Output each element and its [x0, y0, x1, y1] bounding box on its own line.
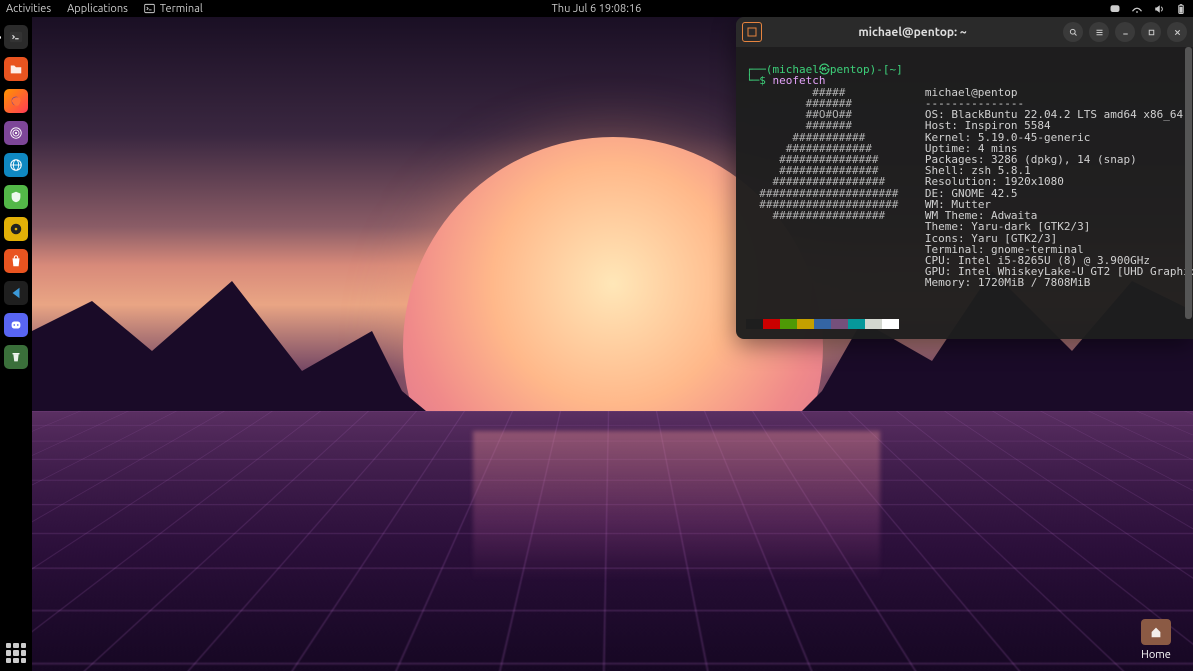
- dock-vscode[interactable]: [4, 281, 28, 305]
- hamburger-menu-button[interactable]: [1089, 22, 1109, 42]
- terminal-window: michael@pentop: ~ ┌──(michael㉿pentop)-[~…: [736, 17, 1193, 339]
- network-icon[interactable]: [1131, 3, 1143, 15]
- dock-app-blue[interactable]: [4, 153, 28, 177]
- vscode-icon: [9, 286, 23, 300]
- dock-files[interactable]: [4, 57, 28, 81]
- folder-icon: [9, 62, 23, 76]
- window-title: michael@pentop: ~: [768, 26, 1057, 39]
- top-panel: Activities Applications Terminal Thu Jul…: [0, 0, 1193, 17]
- new-tab-icon: [747, 27, 757, 37]
- dock-trash[interactable]: [4, 345, 28, 369]
- close-icon: [1173, 28, 1182, 37]
- desktop-home-label: Home: [1133, 649, 1179, 661]
- dock-terminal[interactable]: [4, 25, 28, 49]
- maximize-button[interactable]: [1141, 22, 1161, 42]
- hamburger-icon: [1095, 28, 1104, 37]
- firefox-icon: [9, 94, 23, 108]
- desktop-home-folder[interactable]: Home: [1133, 619, 1179, 661]
- music-icon: [9, 222, 23, 236]
- scrollbar-thumb[interactable]: [1185, 47, 1192, 319]
- focused-app-indicator[interactable]: Terminal: [144, 3, 203, 15]
- volume-icon[interactable]: [1153, 3, 1165, 15]
- clock[interactable]: Thu Jul 6 19:08:16: [552, 3, 642, 15]
- minimize-button[interactable]: [1115, 22, 1135, 42]
- dock-tor[interactable]: [4, 121, 28, 145]
- terminal-scrollbar[interactable]: [1185, 47, 1192, 339]
- search-icon: [1069, 28, 1078, 37]
- globe-icon: [9, 158, 23, 172]
- maximize-icon: [1147, 28, 1156, 37]
- show-apps-button[interactable]: [6, 643, 26, 663]
- applications-menu[interactable]: Applications: [67, 3, 128, 15]
- discord-icon: [9, 318, 23, 332]
- shield-icon: [9, 190, 23, 204]
- dock-software[interactable]: [4, 249, 28, 273]
- dock-discord[interactable]: [4, 313, 28, 337]
- focused-app-name: Terminal: [160, 3, 203, 15]
- shopping-bag-icon: [9, 254, 23, 268]
- trash-icon: [9, 350, 23, 364]
- tray-discord-icon[interactable]: [1109, 3, 1121, 15]
- minimize-icon: [1121, 28, 1130, 37]
- home-folder-icon: [1141, 619, 1171, 645]
- window-titlebar: michael@pentop: ~: [736, 17, 1193, 47]
- dock-app-yellow[interactable]: [4, 217, 28, 241]
- terminal-icon: [9, 30, 23, 44]
- color-palette: [746, 319, 1183, 329]
- dock-app-green[interactable]: [4, 185, 28, 209]
- terminal-icon: [144, 3, 155, 14]
- new-tab-button[interactable]: [742, 22, 762, 42]
- close-button[interactable]: [1167, 22, 1187, 42]
- battery-icon[interactable]: [1175, 3, 1187, 15]
- dock: [0, 17, 32, 671]
- activities-button[interactable]: Activities: [6, 3, 51, 15]
- dock-firefox[interactable]: [4, 89, 28, 113]
- terminal-body[interactable]: ┌──(michael㉿pentop)-[~] └─$ neofetch ###…: [736, 47, 1193, 339]
- onion-icon: [9, 126, 23, 140]
- search-button[interactable]: [1063, 22, 1083, 42]
